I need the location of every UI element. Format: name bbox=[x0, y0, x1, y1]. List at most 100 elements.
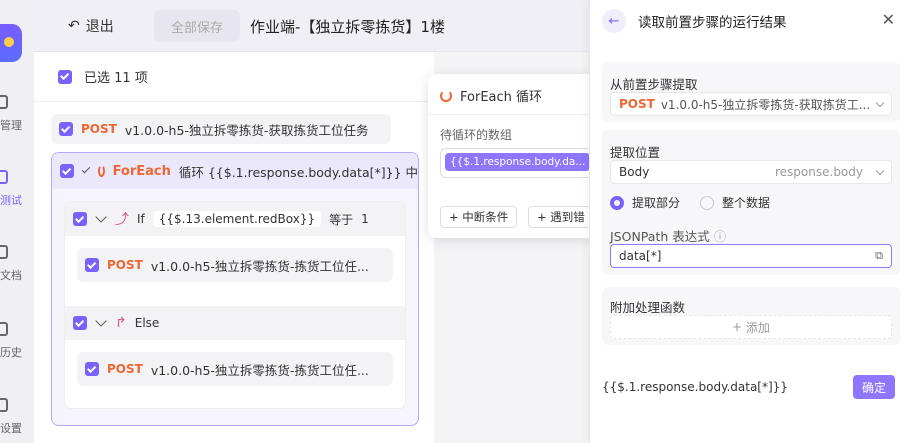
branch-icon: ↱ bbox=[115, 315, 127, 331]
position-card: 提取位置 Body response.body 提取部分 整个数据 JSONPa… bbox=[602, 130, 900, 275]
chevron-down-icon[interactable] bbox=[95, 315, 107, 327]
rail-label: 设置 bbox=[0, 422, 22, 435]
foreach-popover: ForEach 循环 待循环的数组 {{$.1.response.body.da… bbox=[428, 74, 600, 238]
test-icon bbox=[0, 170, 8, 184]
step-checkbox[interactable] bbox=[85, 258, 99, 272]
method-badge: POST bbox=[619, 97, 655, 111]
source-label: 从前置步骤提取 bbox=[610, 77, 698, 92]
source-card: 从前置步骤提取 POST v1.0.0-h5-独立拆零拣货-获取拣货工... bbox=[602, 62, 900, 122]
if-else-block: ⤴ If {{$.13.element.redBox}} 等于 1 POST v… bbox=[64, 201, 406, 409]
step-tree-panel: 已选 11 项 POST v1.0.0-h5-独立拆零拣货-获取拣货工位任务 F… bbox=[34, 52, 434, 443]
else-label: Else bbox=[134, 316, 160, 330]
add-label: 添加 bbox=[745, 320, 770, 335]
position-value: Body bbox=[619, 165, 650, 179]
error-label: 遇到错 bbox=[550, 210, 585, 224]
radio-all-label: 整个数据 bbox=[722, 196, 771, 210]
manage-icon bbox=[0, 95, 8, 109]
undo-arrow-icon: ↶ bbox=[68, 18, 80, 34]
plus-icon: + bbox=[449, 210, 463, 224]
popover-title: ForEach 循环 bbox=[440, 86, 542, 105]
postprocess-card: 附加处理函数 + 添加 bbox=[602, 287, 900, 345]
foreach-label: ForEach bbox=[112, 163, 171, 179]
exit-button[interactable]: ↶ 退出 bbox=[68, 16, 114, 36]
add-function-button[interactable]: + 添加 bbox=[610, 315, 892, 339]
jsonpath-label-text: JSONPath 表达式 bbox=[610, 229, 710, 244]
branch-icon: ⤴ bbox=[115, 212, 129, 228]
result-expression: {{$.1.response.body.data[*]}} bbox=[602, 380, 788, 394]
loop-icon bbox=[440, 89, 452, 102]
rail-label: 管理 bbox=[0, 119, 22, 132]
jsonpath-input[interactable]: data[*] ⧉ bbox=[610, 244, 892, 268]
drawer-header: ← 读取前置步骤的运行结果 bbox=[590, 0, 905, 42]
if-value: 1 bbox=[361, 212, 369, 226]
back-arrow-icon[interactable]: ← bbox=[602, 9, 626, 33]
if-checkbox[interactable] bbox=[73, 212, 87, 226]
method-badge: POST bbox=[107, 258, 143, 272]
confirm-button[interactable]: 确定 bbox=[853, 375, 895, 399]
chevron-down-icon[interactable] bbox=[95, 211, 107, 223]
popover-title-text: ForEach 循环 bbox=[460, 90, 543, 105]
position-select[interactable]: Body response.body bbox=[610, 160, 892, 184]
settings-icon bbox=[0, 398, 8, 412]
close-icon[interactable]: ✕ bbox=[882, 10, 895, 29]
else-step[interactable]: POST v1.0.0-h5-独立拆零拣货-拣货工位任... bbox=[77, 352, 393, 386]
chevron-down-icon bbox=[875, 98, 885, 108]
drawer-title: 读取前置步骤的运行结果 bbox=[638, 15, 787, 31]
position-label: 提取位置 bbox=[610, 145, 661, 160]
extract-result-drawer: ← 读取前置步骤的运行结果 ✕ 从前置步骤提取 POST v1.0.0-h5-独… bbox=[589, 0, 905, 443]
history-icon bbox=[0, 322, 8, 336]
exit-label: 退出 bbox=[85, 19, 114, 35]
if-header[interactable]: ⤴ If {{$.13.element.redBox}} 等于 1 bbox=[65, 202, 405, 236]
divider bbox=[428, 114, 598, 115]
method-badge: POST bbox=[107, 362, 143, 376]
foreach-expression: 循环 {{$.1.response.body.data[*]}} 中 bbox=[178, 164, 418, 180]
else-header[interactable]: ↱ Else bbox=[65, 306, 405, 340]
radio-part-label: 提取部分 bbox=[632, 196, 681, 210]
array-input[interactable]: {{$.1.response.body.da... bbox=[440, 148, 600, 178]
else-checkbox[interactable] bbox=[73, 316, 87, 330]
radio-group: 提取部分 整个数据 bbox=[610, 194, 770, 211]
radio-whole-data[interactable] bbox=[700, 195, 715, 210]
radio-extract-part[interactable] bbox=[610, 195, 624, 210]
save-all-button[interactable]: 全部保存 bbox=[154, 10, 240, 42]
if-step[interactable]: POST v1.0.0-h5-独立拆零拣货-拣货工位任... bbox=[77, 248, 393, 282]
step-title: v1.0.0-h5-独立拆零拣货-拣货工位任... bbox=[150, 258, 369, 274]
chevron-down-icon[interactable] bbox=[81, 164, 90, 174]
rail-label: 测试 bbox=[0, 194, 22, 207]
step-title: v1.0.0-h5-独立拆零拣货-获取拣货工位任务 bbox=[124, 122, 369, 138]
step-get-tasks[interactable]: POST v1.0.0-h5-独立拆零拣货-获取拣货工位任务 bbox=[51, 114, 391, 144]
chevron-down-icon bbox=[875, 166, 885, 176]
foreach-checkbox[interactable] bbox=[60, 164, 74, 178]
foreach-header[interactable]: ForEach 循环 {{$.1.response.body.data[*]}}… bbox=[52, 153, 418, 189]
rail-label: 历史 bbox=[0, 346, 22, 359]
source-value: v1.0.0-h5-独立拆零拣货-获取拣货工... bbox=[660, 97, 871, 112]
selected-count: 已选 11 项 bbox=[84, 71, 148, 86]
jsonpath-value: data[*] bbox=[619, 249, 662, 263]
docs-icon bbox=[0, 245, 8, 259]
foreach-block[interactable]: ForEach 循环 {{$.1.response.body.data[*]}}… bbox=[51, 152, 419, 426]
array-tag[interactable]: {{$.1.response.body.da... bbox=[445, 153, 591, 171]
open-external-icon[interactable]: ⧉ bbox=[875, 249, 883, 263]
array-label: 待循环的数组 bbox=[440, 128, 513, 142]
app-logo[interactable] bbox=[0, 24, 22, 62]
add-break-condition-button[interactable]: + 中断条件 bbox=[440, 206, 518, 228]
help-icon[interactable]: ⓘ bbox=[714, 229, 727, 244]
plus-icon: + bbox=[537, 210, 551, 224]
loop-icon bbox=[97, 165, 105, 177]
step-checkbox[interactable] bbox=[85, 362, 99, 376]
left-rail: 管理 测试 文档 历史 设置 bbox=[0, 0, 34, 443]
step-checkbox[interactable] bbox=[59, 122, 73, 136]
source-select[interactable]: POST v1.0.0-h5-独立拆零拣货-获取拣货工... bbox=[610, 92, 892, 116]
on-error-button[interactable]: + 遇到错 bbox=[528, 206, 598, 228]
if-operator: 等于 bbox=[329, 212, 354, 227]
if-expression: {{$.13.element.redBox}} bbox=[152, 211, 322, 227]
break-label: 中断条件 bbox=[462, 210, 509, 224]
page-title: 作业端-【独立拆零拣货】1楼 bbox=[250, 18, 445, 36]
position-path: response.body bbox=[775, 165, 863, 179]
selection-summary: 已选 11 项 bbox=[34, 52, 434, 102]
select-all-checkbox[interactable] bbox=[58, 69, 72, 84]
rail-label: 文档 bbox=[0, 269, 22, 282]
postprocess-label: 附加处理函数 bbox=[610, 300, 686, 315]
method-badge: POST bbox=[81, 122, 117, 136]
jsonpath-label: JSONPath 表达式 ⓘ bbox=[610, 226, 726, 245]
